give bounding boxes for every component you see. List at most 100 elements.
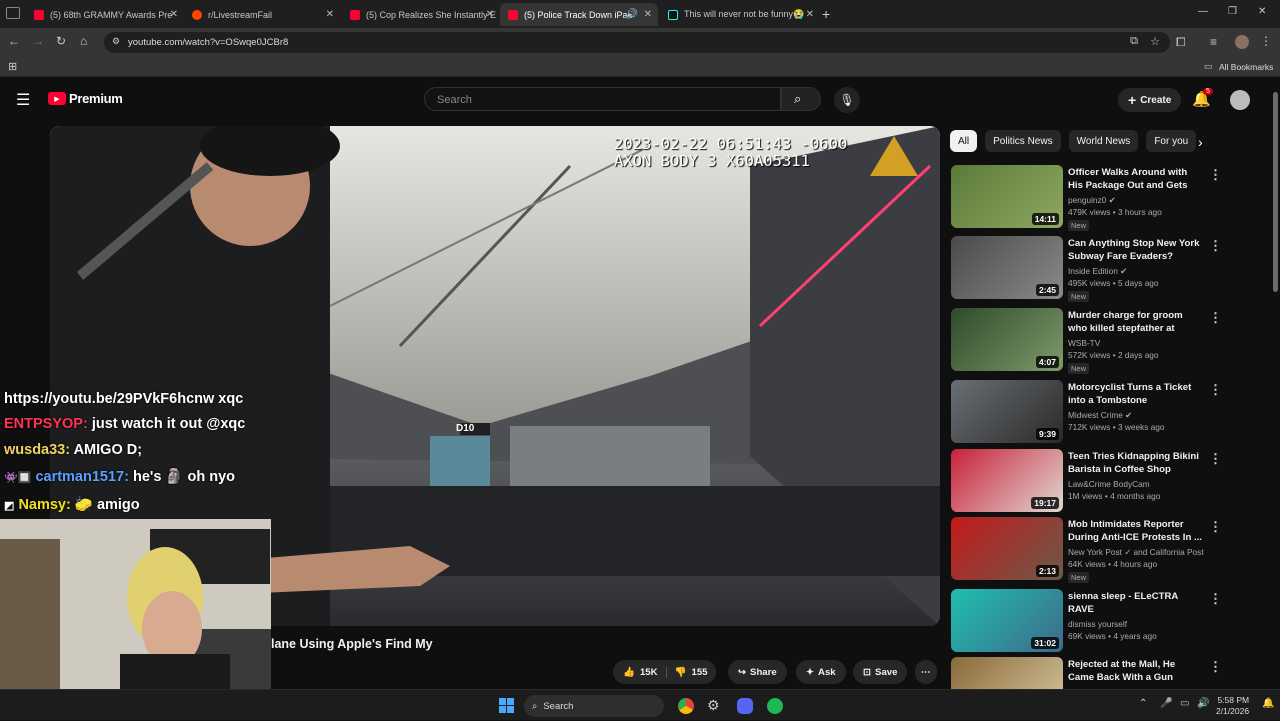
save-button[interactable]: ⊡ Save	[853, 660, 908, 684]
ask-button[interactable]: ✦ Ask	[796, 660, 846, 684]
display-tray-icon[interactable]: ▭	[1180, 698, 1189, 709]
more-vertical-icon[interactable]: ⋮	[1209, 167, 1222, 183]
spotify-icon[interactable]	[767, 698, 783, 714]
profile-avatar[interactable]	[1235, 35, 1249, 49]
voice-search-icon[interactable]: 🎙	[834, 87, 860, 113]
discord-icon[interactable]	[737, 698, 753, 714]
install-app-icon[interactable]: ⧉	[1130, 35, 1138, 48]
video-thumbnail[interactable]: 14:11	[951, 165, 1063, 228]
all-bookmarks-link[interactable]: All Bookmarks	[1219, 62, 1273, 72]
recommendation-card[interactable]: 31:02 sienna sleep - ELeCTRA RAVE dismiss …	[951, 589, 1251, 653]
more-vertical-icon[interactable]: ⋮	[1209, 591, 1222, 607]
search-input[interactable]: Search	[424, 87, 781, 111]
video-duration: 2:13	[1035, 565, 1059, 577]
more-vertical-icon[interactable]: ⋮	[1209, 238, 1222, 254]
channel-name[interactable]: dismiss yourself	[1068, 619, 1127, 629]
recommendation-card[interactable]: 2:45 Can Anything Stop New York Subway Fa…	[951, 236, 1251, 302]
recommendation-card[interactable]: 2:13 Mob Intimidates Reporter During Anti…	[951, 517, 1251, 583]
windows-start-icon[interactable]	[499, 698, 514, 713]
chip-world-news[interactable]: World News	[1068, 130, 1139, 152]
forward-icon[interactable]: →	[32, 34, 44, 48]
youtube-logo[interactable]: ▶ Premium	[48, 91, 123, 106]
recommendation-title[interactable]: Motorcyclist Turns a Ticket into a Tombs…	[1068, 381, 1203, 407]
video-thumbnail[interactable]: 19:17	[951, 449, 1063, 512]
share-button[interactable]: ↪ Share	[728, 660, 787, 684]
tab-search-icon[interactable]	[6, 7, 20, 19]
taskbar-clock[interactable]: 5:58 PM 2/1/2026	[1216, 695, 1249, 717]
menu-kebab-icon[interactable]: ⋮	[1260, 34, 1272, 48]
chip-politics-news[interactable]: Politics News	[985, 130, 1061, 152]
close-tab-icon[interactable]: ✕	[326, 9, 334, 20]
more-vertical-icon[interactable]: ⋮	[1209, 310, 1222, 326]
create-button[interactable]: + Create	[1118, 88, 1182, 112]
close-tab-icon[interactable]: ✕	[170, 9, 178, 20]
channel-name[interactable]: WSB-TV	[1068, 338, 1100, 348]
browser-tab[interactable]: This will never not be funny😭 ✕	[660, 3, 820, 26]
address-bar[interactable]: ⚙ youtube.com/watch?v=OSwqe0JCBr8 ⧉ ☆	[104, 32, 1170, 53]
volume-tray-icon[interactable]: 🔊	[1197, 698, 1209, 709]
recommendation-card[interactable]: 9:39 Motorcyclist Turns a Ticket into a T…	[951, 380, 1251, 444]
extensions-icon[interactable]: ⧠	[1176, 35, 1186, 50]
browser-tab[interactable]: r/LivestreamFail ✕	[184, 3, 340, 26]
window-close-icon[interactable]: ✕	[1258, 6, 1266, 17]
more-actions-button[interactable]: ⋯	[915, 660, 937, 684]
video-thumbnail[interactable]: 4:07	[951, 308, 1063, 371]
hamburger-menu-icon[interactable]: ☰	[16, 90, 30, 110]
recommendation-card[interactable]: 19:17 Teen Tries Kidnapping Bikini Barist…	[951, 449, 1251, 513]
bookmark-star-icon[interactable]: ☆	[1150, 35, 1160, 48]
chevron-right-icon[interactable]: ›	[1198, 134, 1203, 150]
site-info-icon[interactable]: ⚙	[112, 36, 120, 47]
page-scrollbar[interactable]	[1271, 80, 1280, 689]
recommendation-title[interactable]: Teen Tries Kidnapping Bikini Barista in …	[1068, 450, 1203, 476]
browser-tab[interactable]: (5) Cop Realizes She Instantly E ✕	[342, 3, 500, 26]
like-button[interactable]: 👍 15K	[623, 666, 667, 678]
taskbar-search[interactable]: ⌕ Search	[524, 695, 664, 717]
settings-gear-icon[interactable]: ⚙	[707, 697, 720, 714]
recommendation-card[interactable]: 14:11 Officer Walks Around with His Packa…	[951, 165, 1251, 231]
new-tab-icon[interactable]: +	[822, 6, 830, 22]
recommendation-title[interactable]: Rejected at the Mall, He Came Back With …	[1068, 658, 1203, 684]
video-thumbnail[interactable]: 9:39	[951, 380, 1063, 443]
recommendation-title[interactable]: Officer Walks Around with His Package Ou…	[1068, 166, 1203, 192]
apps-grid-icon[interactable]: ⊞	[8, 60, 17, 73]
channel-name[interactable]: Inside Edition ✔	[1068, 266, 1127, 276]
channel-name[interactable]: Law&Crime BodyCam	[1068, 479, 1150, 489]
scrollbar-thumb[interactable]	[1273, 92, 1278, 292]
channel-name[interactable]: Midwest Crime ✔	[1068, 410, 1132, 420]
account-avatar[interactable]	[1230, 90, 1250, 110]
video-thumbnail[interactable]: 2:13	[951, 517, 1063, 580]
browser-tab-active[interactable]: (5) Police Track Down iPad 🔊 ✕	[500, 3, 658, 26]
more-vertical-icon[interactable]: ⋮	[1209, 382, 1222, 398]
close-tab-icon[interactable]: ✕	[644, 9, 652, 20]
close-tab-icon[interactable]: ✕	[486, 9, 494, 20]
channel-name[interactable]: penguinz0 ✔	[1068, 195, 1116, 205]
more-vertical-icon[interactable]: ⋮	[1209, 451, 1222, 467]
browser-tab[interactable]: (5) 68th GRAMMY Awards Pre ✕	[26, 3, 184, 26]
recommendation-title[interactable]: Murder charge for groom who killed stepf…	[1068, 309, 1203, 335]
chrome-icon[interactable]	[678, 698, 694, 714]
video-thumbnail[interactable]: 31:02	[951, 589, 1063, 652]
notification-center-icon[interactable]: 🔔	[1262, 698, 1274, 709]
recommendation-title[interactable]: Can Anything Stop New York Subway Fare E…	[1068, 237, 1203, 263]
recommendation-title[interactable]: sienna sleep - ELeCTRA RAVE	[1068, 590, 1203, 616]
video-thumbnail[interactable]: 2:45	[951, 236, 1063, 299]
more-vertical-icon[interactable]: ⋮	[1209, 659, 1222, 675]
speaker-icon[interactable]: 🔊	[626, 9, 638, 20]
tray-chevron-up-icon[interactable]: ⌃	[1139, 698, 1147, 709]
microphone-tray-icon[interactable]: 🎤	[1160, 698, 1172, 709]
more-vertical-icon[interactable]: ⋮	[1209, 519, 1222, 535]
minimize-icon[interactable]: —	[1198, 6, 1208, 17]
maximize-icon[interactable]: ❐	[1228, 6, 1237, 17]
media-controls-icon[interactable]: ≡	[1210, 35, 1217, 49]
close-tab-icon[interactable]: ✕	[806, 9, 814, 20]
chip-all[interactable]: All	[950, 130, 978, 152]
home-icon[interactable]: ⌂	[80, 34, 87, 48]
back-icon[interactable]: ←	[8, 34, 20, 48]
channel-name[interactable]: New York Post ✓ and California Post	[1068, 547, 1204, 557]
dislike-button[interactable]: 👎 155	[667, 667, 708, 678]
recommendation-title[interactable]: Mob Intimidates Reporter During Anti-ICE…	[1068, 518, 1203, 544]
recommendation-card[interactable]: 4:07 Murder charge for groom who killed s…	[951, 308, 1251, 374]
reload-icon[interactable]: ↻	[56, 34, 66, 48]
chip-for-you[interactable]: For you	[1146, 130, 1197, 152]
search-button[interactable]: ⌕	[781, 87, 821, 111]
